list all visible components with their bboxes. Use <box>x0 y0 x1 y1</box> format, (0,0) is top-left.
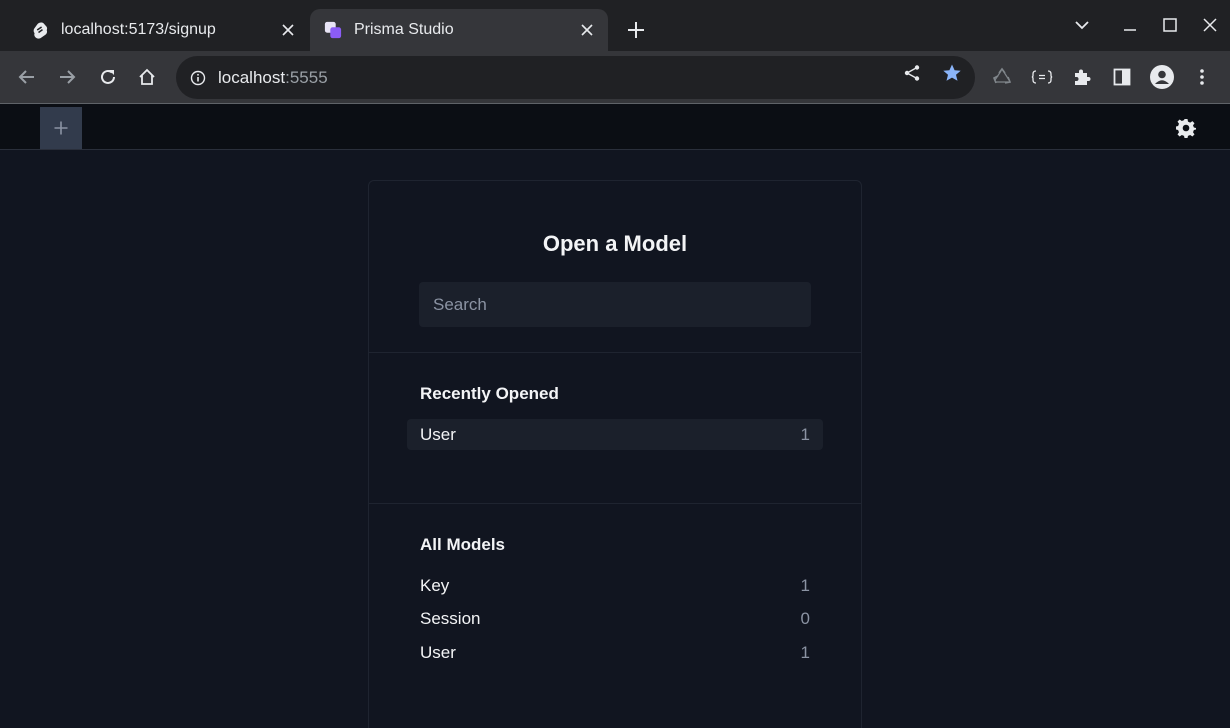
close-tab-icon[interactable] <box>277 19 299 41</box>
chrome-menu-icon[interactable] <box>1188 63 1216 91</box>
url-port: :5555 <box>285 67 328 87</box>
recent-model-item-user[interactable]: User 1 <box>407 419 823 450</box>
tab-title: Prisma Studio <box>354 21 454 38</box>
site-info-icon[interactable] <box>188 68 208 88</box>
panel-title: Open a Model <box>542 231 688 256</box>
bookmark-star-icon[interactable] <box>941 62 963 84</box>
new-tab-button[interactable] <box>622 16 650 44</box>
side-panel-icon[interactable] <box>1108 63 1136 91</box>
model-name: User <box>420 424 456 444</box>
all-models-heading: All Models <box>420 535 506 554</box>
model-record-count: 1 <box>800 424 810 444</box>
tab-search-chevron-icon[interactable] <box>1069 12 1095 38</box>
close-window-icon[interactable] <box>1197 12 1223 38</box>
reload-icon[interactable] <box>94 63 122 91</box>
browser-tab-prisma-studio[interactable]: Prisma Studio <box>310 9 608 51</box>
share-icon[interactable] <box>901 62 923 84</box>
model-name: Key <box>420 575 450 595</box>
model-item-key[interactable]: Key 1 <box>407 570 823 601</box>
profile-avatar-icon[interactable] <box>1148 63 1176 91</box>
add-model-tab-button[interactable] <box>40 107 82 149</box>
address-bar[interactable]: localhost:5555 <box>176 56 975 99</box>
model-record-count: 0 <box>800 608 810 628</box>
forward-arrow-icon[interactable] <box>53 63 81 91</box>
json-viewer-extension-icon[interactable] <box>1028 63 1056 91</box>
url-host: localhost <box>218 67 286 87</box>
recently-opened-heading: Recently Opened <box>420 384 559 403</box>
close-tab-icon[interactable] <box>576 19 598 41</box>
open-model-panel: Open a Model Recently Opened User 1 All … <box>368 180 862 728</box>
browser-toolbar: localhost:5555 <box>0 51 1230 103</box>
model-record-count: 1 <box>800 642 810 662</box>
plus-icon <box>54 121 68 135</box>
extensions-puzzle-icon[interactable] <box>1068 63 1096 91</box>
studio-header <box>0 104 1230 150</box>
model-search-input[interactable] <box>419 282 811 327</box>
tab-title: localhost:5173/signup <box>61 21 216 38</box>
model-record-count: 1 <box>800 575 810 595</box>
maximize-window-icon[interactable] <box>1157 12 1183 38</box>
model-item-session[interactable]: Session 0 <box>407 603 823 634</box>
divider <box>369 352 861 353</box>
browser-tab-signup[interactable]: localhost:5173/signup <box>9 9 309 51</box>
prisma-studio-icon <box>324 21 342 39</box>
back-arrow-icon[interactable] <box>13 63 41 91</box>
settings-gear-icon[interactable] <box>1174 116 1198 140</box>
svelte-icon <box>31 21 49 39</box>
recycle-extension-icon[interactable] <box>988 63 1016 91</box>
divider <box>369 503 861 504</box>
minimize-window-icon[interactable] <box>1117 12 1143 38</box>
model-name: Session <box>420 608 481 628</box>
home-icon[interactable] <box>133 63 161 91</box>
model-item-user[interactable]: User 1 <box>407 637 823 668</box>
model-name: User <box>420 642 456 662</box>
browser-tabstrip: localhost:5173/signup Prisma Studio <box>0 0 1230 51</box>
